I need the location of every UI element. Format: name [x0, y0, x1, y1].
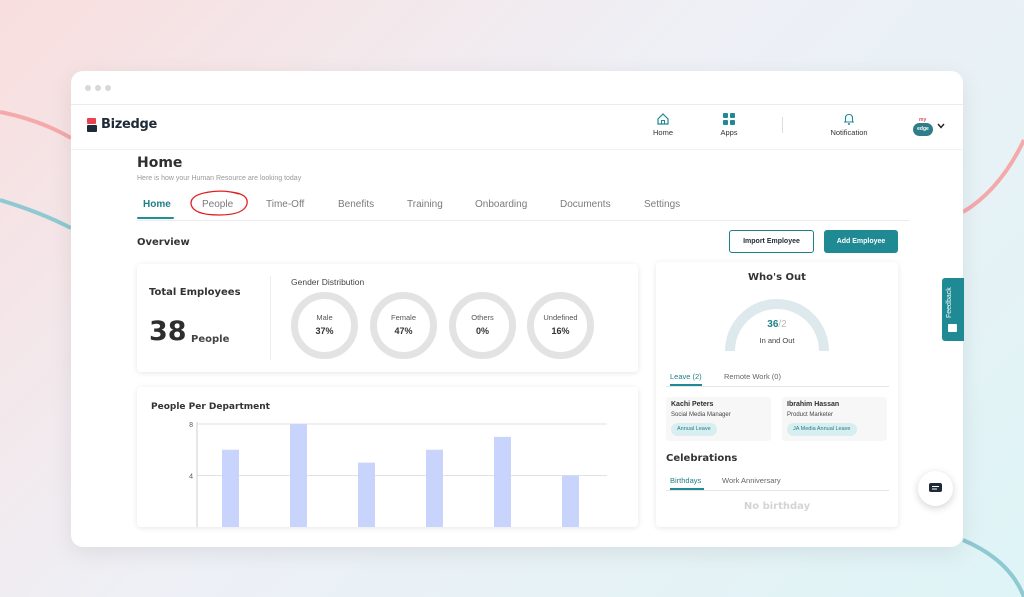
import-employee-button[interactable]: Import Employee — [729, 230, 814, 253]
bizedge-logo[interactable]: Bizedge — [87, 117, 157, 132]
out-count: /2 — [778, 319, 787, 330]
bar — [494, 436, 511, 527]
chevron-down-icon[interactable] — [937, 123, 945, 129]
feedback-tab[interactable]: Feedback — [942, 278, 964, 341]
chat-icon — [929, 483, 942, 492]
person-role: Product Marketer — [787, 412, 834, 418]
tab-remote-work[interactable]: Remote Work (0) — [724, 372, 781, 381]
feedback-icon — [948, 324, 957, 332]
window-dot — [85, 85, 91, 91]
leave-type-badge: JA Media Annual Leave — [787, 423, 857, 436]
gender-value: 47% — [394, 326, 413, 336]
tab-settings[interactable]: Settings — [644, 199, 680, 210]
apps-grid-icon — [723, 113, 735, 125]
page-subtitle: Here is how your Human Resource are look… — [137, 175, 302, 182]
department-bar-chart: 48 — [189, 422, 607, 527]
app-header: Bizedge Home Apps Notification my edge — [71, 106, 963, 150]
tab-onboarding[interactable]: Onboarding — [475, 199, 527, 210]
avatar[interactable]: my edge — [913, 117, 935, 137]
window-titlebar — [71, 71, 963, 105]
overview-title: Overview — [137, 237, 190, 248]
nav-apps-label: Apps — [720, 128, 738, 137]
total-employees-card: Total Employees 38 People Gender Distrib… — [137, 264, 638, 372]
active-tab-indicator — [137, 217, 174, 219]
gauge-label: In and Out — [759, 336, 795, 345]
card-divider — [270, 276, 271, 360]
window-dot — [95, 85, 101, 91]
total-employees-count: 38 — [149, 316, 187, 347]
header-divider — [782, 117, 783, 133]
person-role: Social Media Manager — [671, 412, 731, 418]
person-name: Kachi Peters — [671, 401, 714, 408]
nav-notification-label: Notification — [830, 128, 868, 137]
person-name: Ibrahim Hassan — [787, 401, 840, 408]
nav-apps-button[interactable]: Apps — [715, 112, 743, 137]
gender-label: Male — [316, 313, 333, 322]
tab-training[interactable]: Training — [407, 199, 443, 210]
main-tabs: Home People Time-Off Benefits Training O… — [137, 197, 910, 221]
gender-ring-male: Male 37% — [291, 292, 358, 359]
active-tab-indicator — [670, 488, 704, 490]
browser-window: Bizedge Home Apps Notification my edge H… — [71, 71, 963, 547]
home-icon — [657, 113, 669, 125]
gender-label: Female — [390, 313, 416, 322]
gender-ring-others: Others 0% — [449, 292, 516, 359]
gender-value: 16% — [551, 326, 570, 336]
add-employee-button[interactable]: Add Employee — [824, 230, 898, 253]
gender-label: Undefined — [543, 313, 578, 322]
gender-label: Others — [471, 313, 494, 322]
bizedge-logo-icon — [87, 117, 97, 132]
whos-out-title: Who's Out — [748, 272, 806, 283]
bar — [222, 449, 239, 527]
leave-person-card[interactable]: Kachi Peters Social Media Manager Annual… — [666, 397, 771, 441]
tab-time-off[interactable]: Time-Off — [266, 199, 304, 210]
leave-person-card[interactable]: Ibrahim Hassan Product Marketer JA Media… — [782, 397, 887, 441]
gender-value: 0% — [475, 326, 489, 336]
whos-out-card: Who's Out 36/2 In and Out Leave (2) Remo… — [656, 262, 898, 527]
whos-out-tabs: Leave (2) Remote Work (0) — [666, 371, 889, 387]
avatar-badge: edge — [913, 123, 933, 136]
feedback-label: Feedback — [946, 287, 953, 318]
total-employees-label: Total Employees — [149, 287, 241, 298]
bar — [290, 424, 307, 527]
people-per-department-card: People Per Department 48 — [137, 387, 638, 527]
tab-benefits[interactable]: Benefits — [338, 199, 374, 210]
brand-name: Bizedge — [101, 117, 158, 132]
leave-type-badge: Annual Leave — [671, 423, 717, 436]
department-chart-title: People Per Department — [151, 402, 270, 412]
page-title: Home — [137, 155, 183, 171]
tab-work-anniversary[interactable]: Work Anniversary — [722, 476, 781, 485]
tab-home[interactable]: Home — [143, 199, 171, 210]
total-employees-unit: People — [191, 334, 230, 345]
gender-ring-undefined: Undefined 16% — [527, 292, 594, 359]
nav-home-button[interactable]: Home — [649, 112, 677, 137]
nav-home-label: Home — [652, 128, 673, 137]
in-count: 36 — [767, 319, 779, 330]
gender-distribution-title: Gender Distribution — [291, 277, 365, 287]
gender-value: 37% — [315, 326, 334, 336]
active-tab-indicator — [670, 384, 702, 386]
empty-birthday-text: No birthday — [743, 501, 811, 512]
chat-button[interactable] — [918, 471, 953, 506]
gauge-count: 36/2 — [656, 319, 898, 330]
gender-ring-female: Female 47% — [370, 292, 437, 359]
nav-notification-button[interactable]: Notification — [825, 112, 873, 137]
bar — [426, 449, 443, 527]
bar — [358, 462, 375, 527]
window-dot — [105, 85, 111, 91]
celebrations-title: Celebrations — [666, 453, 738, 464]
bar — [562, 475, 579, 527]
tab-birthdays[interactable]: Birthdays — [670, 476, 701, 485]
bell-icon — [844, 113, 854, 125]
annotation-circle — [190, 190, 248, 216]
y-tick-label: 4 — [189, 474, 193, 481]
tab-documents[interactable]: Documents — [560, 199, 611, 210]
tab-leave[interactable]: Leave (2) — [670, 372, 702, 381]
celebrations-tabs: Birthdays Work Anniversary — [666, 474, 889, 491]
y-tick-label: 8 — [189, 422, 193, 429]
